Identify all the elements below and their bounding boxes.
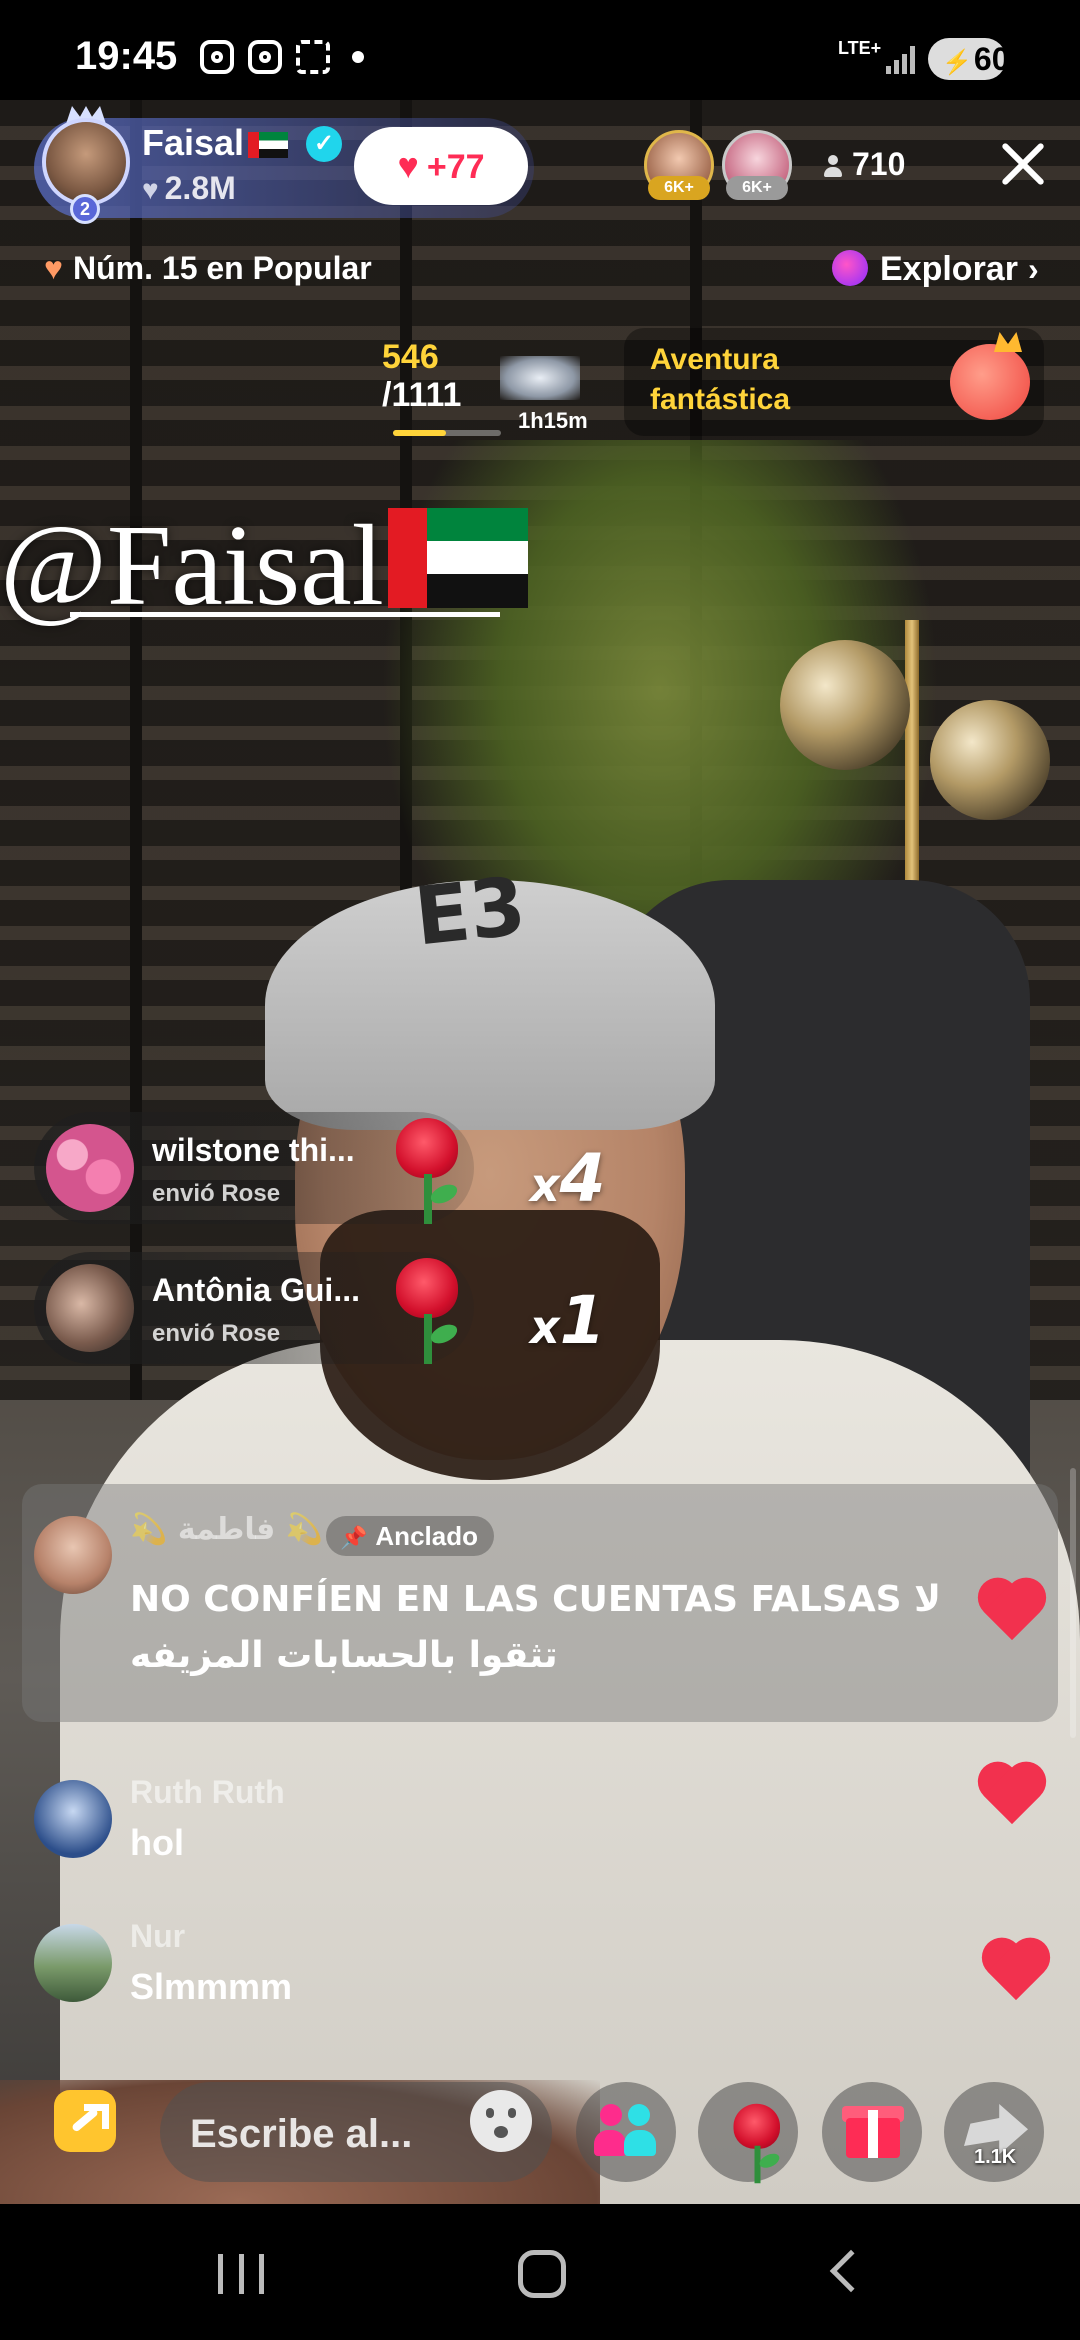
rose-icon <box>726 2103 786 2187</box>
comment-text: Slmmmm <box>130 1966 293 2007</box>
live-goal[interactable]: 546 /1111 <box>382 338 461 414</box>
pinned-comment-user: 💫 فاطمة 💫 <box>130 1512 324 1547</box>
gift-sender-avatar[interactable] <box>46 1264 134 1352</box>
comment-text: hol <box>130 1822 184 1863</box>
recent-apps-button[interactable] <box>218 2254 264 2294</box>
rose-icon <box>386 1258 466 1368</box>
explore-button[interactable]: Explorar › <box>832 250 1039 289</box>
charging-bolt-icon: ⚡ <box>942 49 972 76</box>
system-nav-bar <box>0 2204 1080 2340</box>
gift-multiplier: x4 <box>530 1140 606 1217</box>
adventure-title: Aventura fantástica <box>650 343 791 416</box>
explore-orb-icon <box>832 250 868 286</box>
uae-flag-icon <box>248 132 289 159</box>
status-notification-icons <box>200 40 364 74</box>
close-button[interactable] <box>996 136 1052 192</box>
guest-icon <box>628 2104 650 2126</box>
gift-action: envió Rose <box>152 1180 281 1207</box>
top-viewer-badge: 6K+ <box>648 176 710 200</box>
popular-rank[interactable]: ♥ Núm. 15 en Popular <box>44 250 372 287</box>
watermark-underline <box>70 612 500 617</box>
share-button[interactable]: 1.1K <box>944 2082 1044 2182</box>
comment-placeholder: Escribe al... <box>190 2112 413 2156</box>
gift-sender-name: Antônia Gui... <box>152 1272 360 1308</box>
adventure-mascot-icon <box>950 344 1030 420</box>
comments-scrollbar[interactable] <box>1070 1468 1076 1738</box>
goal-progress-fill <box>393 430 446 436</box>
cap-logo: E3 <box>410 859 530 964</box>
pinned-comment-text: NO CONFÍEN EN LAS CUENTAS FALSAS لا تثقو… <box>130 1579 941 1676</box>
status-time: 19:45 <box>75 34 178 78</box>
back-button[interactable] <box>829 2249 873 2293</box>
battery-icon: ⚡60 <box>928 38 1009 80</box>
goal-time-left: 1h15m <box>518 408 588 433</box>
comment-user: Ruth Ruth <box>130 1774 285 1810</box>
top-viewer-badge: 6K+ <box>726 176 788 200</box>
pinned-tag: 📌 Anclado <box>326 1516 494 1556</box>
like-button[interactable]: ♥ +77 <box>354 127 528 205</box>
gift-button[interactable] <box>822 2082 922 2182</box>
guest-icon <box>594 2130 626 2156</box>
gift-box-icon <box>846 2110 900 2158</box>
share-external-button[interactable] <box>54 2090 116 2152</box>
emoji-button[interactable] <box>470 2090 532 2152</box>
guest-icon <box>624 2130 656 2156</box>
home-button[interactable] <box>518 2250 566 2298</box>
gift-sender-avatar[interactable] <box>46 1124 134 1212</box>
floating-heart-icon <box>980 1940 1052 2004</box>
status-bar: 19:45 LTE+ ⚡60 <box>0 0 1080 100</box>
share-count: 1.1K <box>974 2146 1017 2168</box>
person-icon <box>824 155 842 177</box>
heart-icon: ♥ <box>397 145 419 186</box>
instagram-icon <box>200 40 234 74</box>
comment-user: Nur <box>130 1918 186 1954</box>
notification-dot-icon <box>352 51 364 63</box>
rose-gift-button[interactable] <box>698 2082 798 2184</box>
heart-icon: ♥ <box>44 250 63 286</box>
screen-capture-icon <box>296 40 330 74</box>
gift-multiplier: x1 <box>530 1282 606 1359</box>
battery-level: 60 <box>973 41 1010 77</box>
goal-reward-icon <box>500 356 580 400</box>
multi-guest-button[interactable] <box>576 2082 676 2182</box>
goal-target: /1111 <box>382 376 462 414</box>
viewer-count[interactable]: 710 <box>824 146 905 183</box>
goal-progress-bar <box>393 430 501 436</box>
lamp-globe <box>780 640 910 770</box>
floating-heart-icon <box>976 1580 1048 1644</box>
signal-icon <box>886 44 916 74</box>
comment-avatar[interactable] <box>34 1924 112 2002</box>
uae-flag-icon <box>387 508 528 608</box>
chevron-right-icon: › <box>1027 251 1039 287</box>
host-avatar[interactable] <box>42 118 130 206</box>
host-rank-badge: 2 <box>70 194 100 224</box>
gift-action: envió Rose <box>152 1320 281 1347</box>
streamer-body <box>60 1340 1080 2204</box>
comment-avatar[interactable] <box>34 1780 112 1858</box>
goal-current: 546 <box>382 338 439 376</box>
guest-icon <box>600 2104 622 2126</box>
rose-icon <box>386 1118 466 1228</box>
instagram-icon <box>248 40 282 74</box>
host-name[interactable]: Faisal <box>142 122 289 164</box>
gift-sender-name: wilstone thi... <box>152 1132 355 1168</box>
pinned-comment-avatar[interactable] <box>34 1516 112 1594</box>
floating-heart-icon <box>976 1764 1048 1828</box>
lamp-globe <box>930 700 1050 820</box>
network-type: LTE+ <box>838 38 882 58</box>
pin-icon: 📌 <box>340 1525 368 1550</box>
verified-badge-icon: ✓ <box>306 126 342 162</box>
heart-icon: ♥ <box>142 174 159 205</box>
watermark: @Faisal <box>0 500 528 633</box>
host-likes: ♥ 2.8M <box>142 170 236 206</box>
